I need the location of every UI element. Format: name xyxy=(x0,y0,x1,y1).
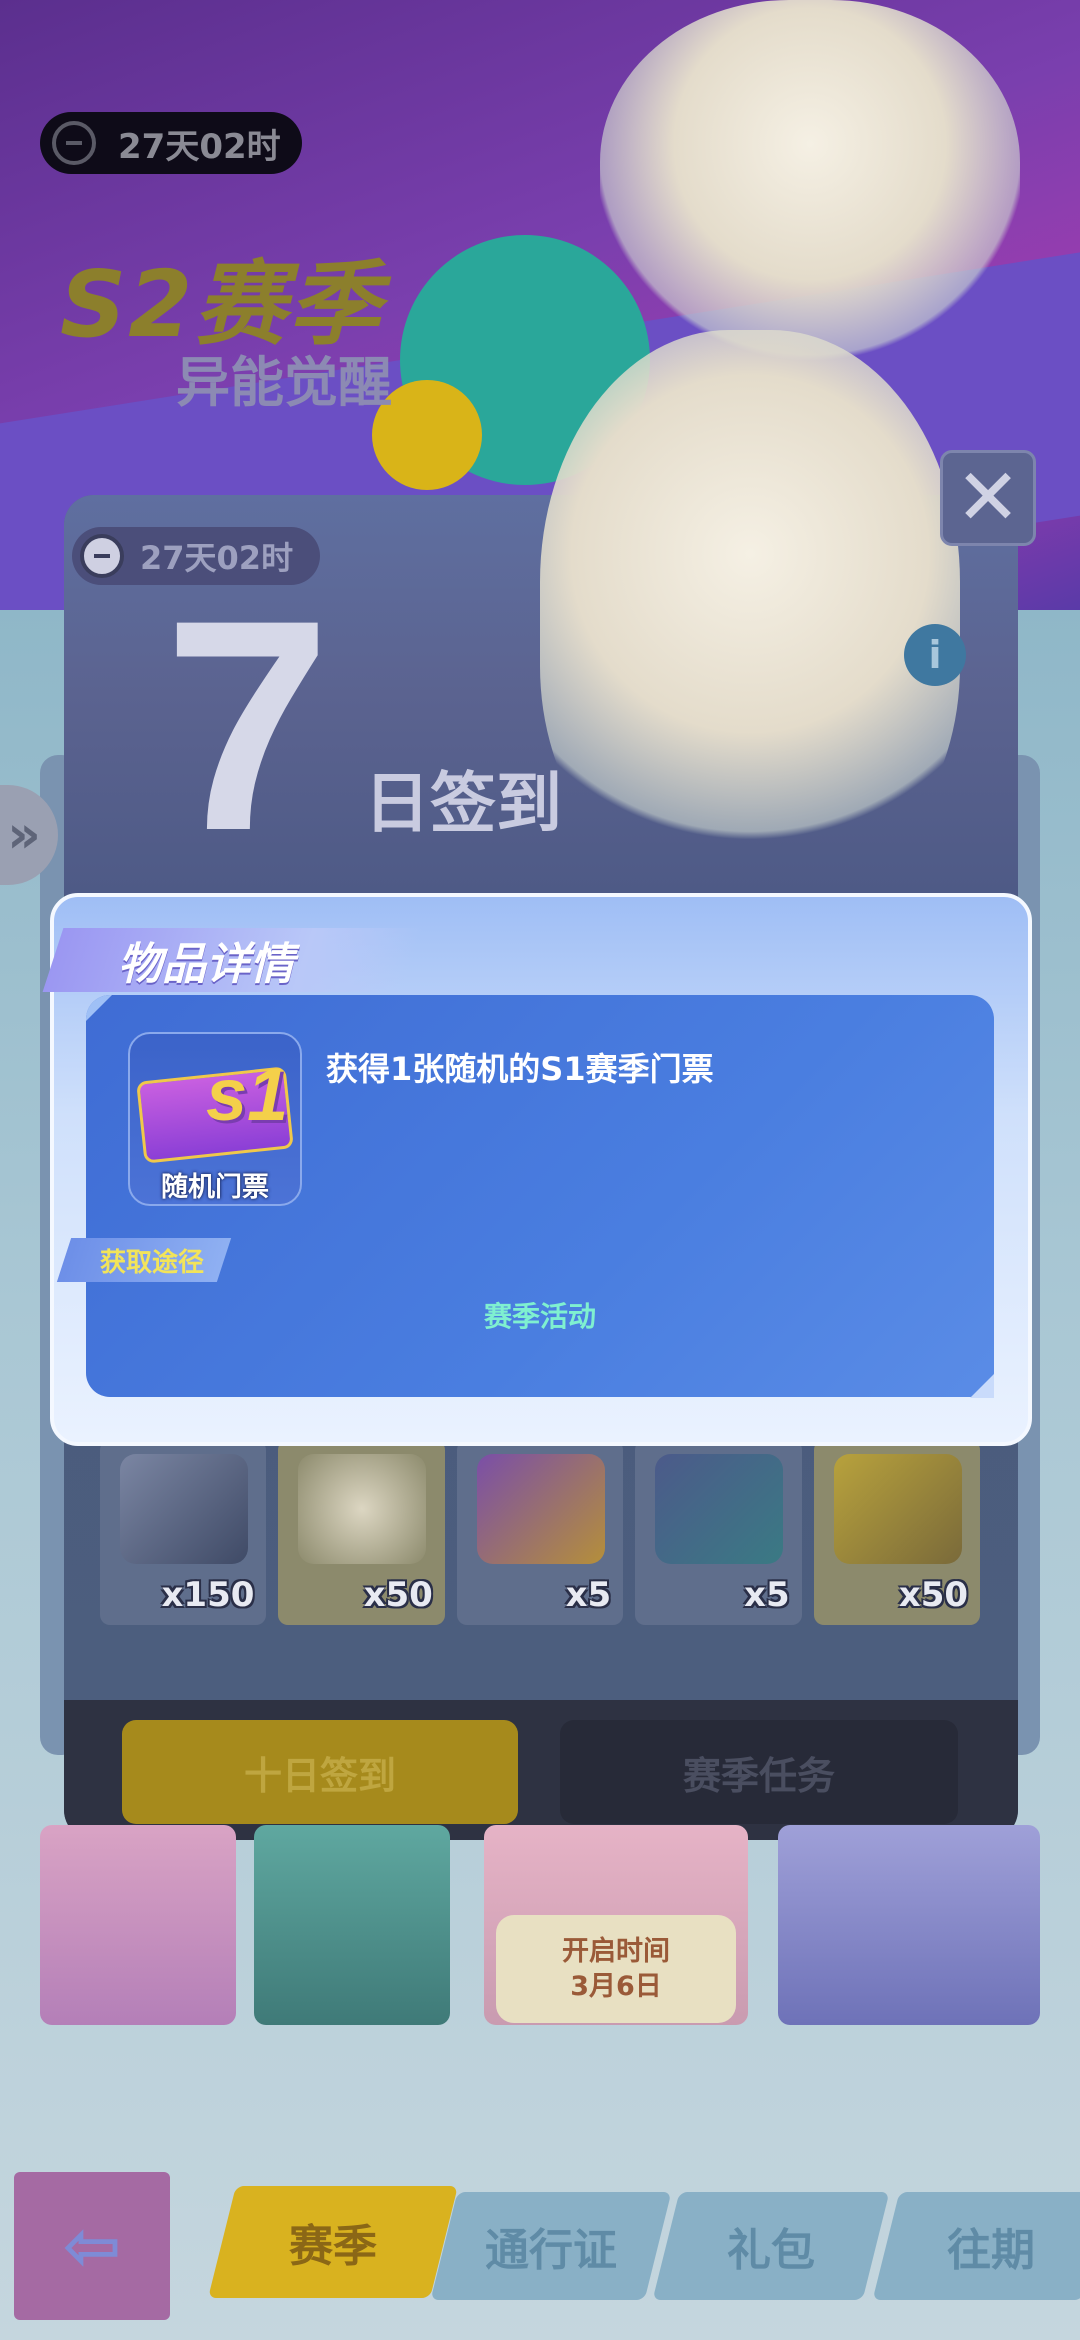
corner-decoration xyxy=(970,1374,994,1398)
item-description: 获得1张随机的S1赛季门票 xyxy=(326,1050,714,1088)
source-label: 获取途径 xyxy=(100,1247,205,1278)
ticket-badge: s1 xyxy=(206,1053,289,1136)
modal-title: 物品详情 xyxy=(118,939,294,990)
item-name: 随机门票 xyxy=(161,1171,269,1203)
source-link[interactable]: 赛季活动 xyxy=(86,1290,994,1340)
item-icon-frame: s1 随机门票 xyxy=(128,1032,302,1206)
